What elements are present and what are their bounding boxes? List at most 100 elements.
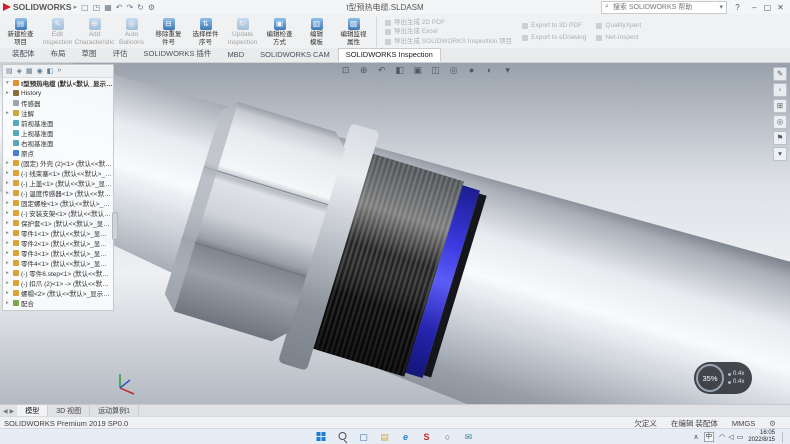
task-view-button[interactable]: ▢ [358,431,370,443]
redo-icon[interactable]: ↷ [126,3,133,12]
tray-chevron-icon[interactable]: ∧ [694,433,699,441]
tree-item[interactable]: ▸(固定) 外壳 (2)<1> (默认<<默认>_显示状态-1>) [3,158,113,168]
options-icon[interactable]: ⚙ [148,3,155,12]
tree-item[interactable]: ▸(-) 线束塞<1> (默认<<默认>_显示状态-1>) [3,168,113,178]
tree-item[interactable]: ▸固定螺栓<1> (默认<<默认>_显示状态-1>) [3,198,113,208]
edit-inspection-button[interactable]: ✎EditInspection [39,15,76,49]
expander-icon[interactable]: ▸ [6,300,11,306]
menu-expand-arrow-icon[interactable]: ▸ [74,3,78,11]
more-tools-icon[interactable]: ▾ [773,147,787,161]
tree-item[interactable]: 前视基准面 [3,118,113,128]
tree-item[interactable]: ▸(-) 零件6.step<1> (默认<<默认>_显示状态-1>) [3,268,113,278]
update-inspection-button[interactable]: ↻UpdateInspection [224,15,261,49]
tab-scroll-left-icon[interactable]: ◀ [3,408,8,415]
markup-pen-icon[interactable]: ✎ [773,67,787,81]
tree-item[interactable]: ▸History [3,88,113,98]
ime-indicator[interactable]: 中 [704,432,715,442]
tab-scroll-right-icon[interactable]: ▶ [10,408,15,415]
panel-splitter[interactable] [112,212,118,240]
edge-browser-button[interactable]: e [400,431,412,443]
displaymanager-tab-icon[interactable]: ◧ [47,67,54,75]
expander-icon[interactable]: ▸ [6,260,11,266]
expander-icon[interactable]: ▸ [6,250,11,256]
expander-icon[interactable]: ▸ [6,220,11,226]
ribbon-tab[interactable]: 评估 [105,46,136,62]
tree-item[interactable]: 原点 [3,148,113,158]
tree-item[interactable]: ▸(-) 扣爪 (2)<1> -> (默认<<默认>_显示状态-1>) [3,278,113,288]
taskbar-clock[interactable]: 16:05 2022/8/15 [748,430,775,444]
display-style-icon[interactable]: ◫ [429,64,442,77]
export-menu-item[interactable]: Net-Inspect [596,34,641,42]
edit-template-button[interactable]: ▥编辑模板 [298,15,335,49]
expander-icon[interactable]: ▸ [6,160,11,166]
undo-icon[interactable]: ↶ [116,3,123,12]
section-view-icon[interactable]: ◧ [393,64,406,77]
view-settings-icon[interactable]: ▾ [501,64,514,77]
show-desktop-button[interactable] [782,432,785,443]
tree-root-assembly[interactable]: ▾ t型预热电缆 (默认<默认_显示状态-1>) [3,78,113,88]
close-button[interactable]: ✕ [774,3,787,12]
zoom-to-area-icon[interactable]: ⊕ [357,64,370,77]
app-button[interactable]: ○ [442,431,454,443]
remove-duplicate-balloon-button[interactable]: ⊟移除重复件号 [150,15,187,49]
export-menu-item[interactable]: 导出生成 SOLIDWORKS Inspection 项目 [385,38,512,46]
tree-item[interactable]: ▸(-) 上盖<1> (默认<<默认>_显示状态-1>) [3,178,113,188]
selection-box-icon[interactable]: ▫ [773,83,787,97]
tree-item[interactable]: 上视基准面 [3,128,113,138]
edit-monitor-properties-button[interactable]: ▨编辑监视属性 [335,15,372,49]
solidworks-taskbar-button[interactable]: S [421,431,433,443]
add-characteristic-button[interactable]: ⊕AddCharacteristic [76,15,113,49]
tree-item[interactable]: ▸(-) 安装支架<1> (默认<<默认>_显示状态-1>) [3,208,113,218]
expander-icon[interactable]: ▸ [6,290,11,296]
help-button[interactable]: ? [731,3,744,12]
expander-icon[interactable]: ▸ [6,270,11,276]
help-search-input[interactable] [611,3,718,12]
expander-icon[interactable]: ▸ [6,90,11,96]
export-menu-item[interactable]: QualityXpert [596,22,641,30]
expander-icon[interactable]: ▸ [6,210,11,216]
new-inspection-project-button[interactable]: ▤新建检查项目 [2,15,39,49]
ribbon-tab[interactable]: 装配体 [4,46,43,62]
tree-item[interactable]: ▸配合 [3,298,113,308]
open-document-icon[interactable]: ◳ [93,3,101,12]
export-menu-item[interactable]: 导出生成 Excel [385,28,512,36]
export-menu-item[interactable]: 导出生成 2D PDF [385,19,512,27]
expander-icon[interactable]: ▸ [6,230,11,236]
viewport[interactable]: ⊡⊕↶◧▣◫◎●◐▾ ✎▫⊞◎⚑▾ ▤◈▦◉◧» ▾ t型预热电缆 (默认<默认… [0,62,790,404]
mail-button[interactable]: ✉ [463,431,475,443]
export-menu-item[interactable]: Export to 3D PDF [522,22,586,30]
ribbon-tab[interactable]: SOLIDWORKS 插件 [136,46,220,62]
export-menu-item[interactable]: Export to eDrawing [522,34,586,42]
ribbon-tab[interactable]: 草图 [74,46,105,62]
save-icon[interactable]: ▦ [104,3,112,12]
auto-balloons-button[interactable]: ◎AutoBalloons [113,15,150,49]
file-explorer-button[interactable]: ▤ [379,431,391,443]
minimize-button[interactable]: – [748,3,761,12]
previous-view-icon[interactable]: ↶ [375,64,388,77]
visibility-icon[interactable]: ◎ [773,115,787,129]
expander-icon[interactable]: ▸ [6,240,11,246]
tree-item[interactable]: ▸零件2<1> (默认<<默认>_显示状态-1>) [3,238,113,248]
edit-appearance-icon[interactable]: ● [465,64,478,77]
tree-item[interactable]: ▸零件4<1> (默认<<默认>_显示状态-1>) [3,258,113,268]
ribbon-tab[interactable]: SOLIDWORKS Inspection [338,48,441,62]
tree-item[interactable]: ▸螺帽<2> (默认<<默认>_显示状态-1>) [3,288,113,298]
select-sample-number-button[interactable]: ⇅选择样件序号 [187,15,224,49]
dimxpert-tab-icon[interactable]: ◉ [37,67,43,75]
tree-item[interactable]: ▸保护套<1> (默认<<默认>_显示状态-1>) [3,218,113,228]
expander-icon[interactable]: ▾ [6,80,11,86]
tree-item[interactable]: ▸注解 [3,108,113,118]
taskbar-search-button[interactable] [337,431,349,443]
zoom-to-fit-icon[interactable]: ⊡ [339,64,352,77]
apply-scene-icon[interactable]: ◐ [483,64,496,77]
flag-icon[interactable]: ⚑ [773,131,787,145]
expander-icon[interactable]: ▸ [6,110,11,116]
volume-icon[interactable]: ◁ [728,433,733,441]
expander-icon[interactable]: ▸ [6,190,11,196]
new-document-icon[interactable]: ▢ [81,3,89,12]
network-icon[interactable]: ◠ [719,433,725,441]
panel-flyout-icon[interactable]: » [57,67,61,75]
rebuild-icon[interactable]: ↻ [137,3,144,12]
ribbon-tab[interactable]: SOLIDWORKS CAM [252,48,338,62]
expander-icon[interactable]: ▸ [6,180,11,186]
